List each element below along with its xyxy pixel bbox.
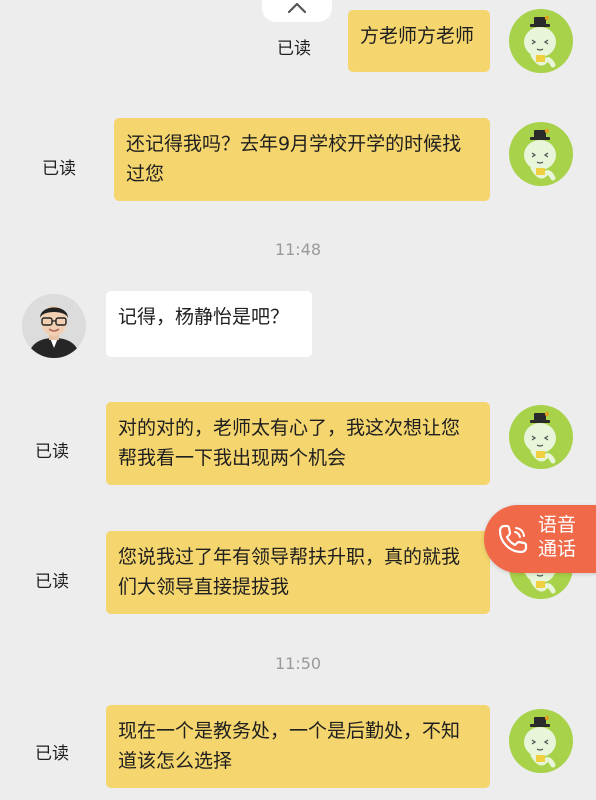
voice-call-label-line1: 语音 — [538, 514, 577, 536]
my-avatar[interactable] — [509, 9, 573, 73]
chevron-up-icon — [287, 2, 307, 14]
voice-call-button[interactable]: 语音 通话 — [484, 505, 596, 573]
voice-call-label-line2: 通话 — [538, 538, 577, 560]
message-timestamp: 11:48 — [274, 240, 322, 259]
message-bubble-mine[interactable]: 现在一个是教务处，一个是后勤处，不知道该怎么选择 — [106, 705, 490, 788]
voice-call-label: 语音 通话 — [538, 513, 596, 561]
message-bubble-mine[interactable]: 还记得我吗？去年9月学校开学的时候找过您 — [114, 118, 490, 201]
teacher-avatar[interactable] — [22, 294, 86, 358]
message-bubble-mine[interactable]: 方老师方老师 — [348, 10, 490, 72]
collapse-tab[interactable] — [262, 0, 332, 22]
message-bubble-mine[interactable]: 您说我过了年有领导帮扶升职，真的就我们大领导直接提拔我 — [106, 531, 490, 614]
phone-icon — [498, 524, 528, 554]
message-bubble-mine[interactable]: 对的对的，老师太有心了，我这次想让您帮我看一下我出现两个机会 — [106, 402, 490, 485]
my-avatar[interactable] — [509, 405, 573, 469]
message-bubble-teacher[interactable]: 记得，杨静怡是吧？ — [106, 291, 312, 357]
read-receipt: 已读 — [35, 442, 69, 462]
message-timestamp: 11:50 — [274, 654, 322, 673]
read-receipt: 已读 — [35, 572, 69, 592]
read-receipt: 已读 — [42, 159, 76, 179]
read-receipt: 已读 — [277, 39, 311, 59]
my-avatar[interactable] — [509, 122, 573, 186]
read-receipt: 已读 — [35, 744, 69, 764]
my-avatar[interactable] — [509, 709, 573, 773]
